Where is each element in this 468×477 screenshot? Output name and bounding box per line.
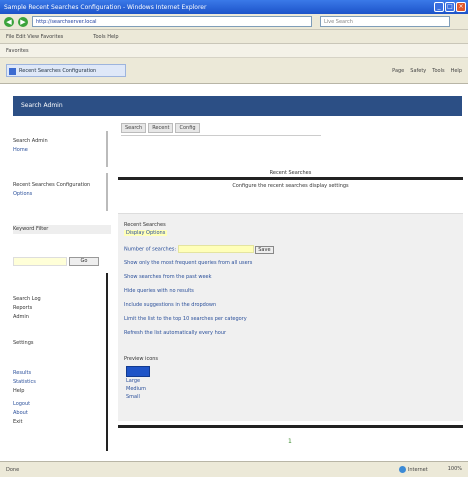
left-sidebar: Search Admin Home Recent Searches Config… bbox=[13, 123, 113, 453]
status-bar: Done Internet 100% bbox=[0, 461, 468, 477]
section-rule bbox=[118, 177, 463, 180]
searches-count-input[interactable] bbox=[177, 245, 254, 253]
option-line[interactable]: Include suggestions in the dropdown bbox=[124, 302, 216, 308]
section-subtitle: Configure the recent searches display se… bbox=[232, 183, 349, 189]
form-title: Recent Searches bbox=[124, 222, 166, 228]
sidebar-item[interactable]: Reports bbox=[13, 304, 111, 313]
save-button[interactable]: Save bbox=[255, 245, 274, 254]
safety-menu[interactable]: Safety bbox=[410, 68, 426, 74]
searches-count-label: Number of searches: bbox=[124, 246, 177, 253]
form-subtitle: Display Options bbox=[124, 230, 168, 236]
command-bar: Page Safety Tools Help bbox=[392, 68, 462, 74]
sidebar-item[interactable]: Exit bbox=[13, 418, 111, 427]
sidebar-link[interactable]: About bbox=[13, 409, 111, 418]
sidebar-block-2: Recent Searches Configuration Options bbox=[13, 181, 111, 199]
sidebar-block-3: Search Log Reports Admin bbox=[13, 295, 111, 322]
menu-bar: File Edit View Favorites Tools Help bbox=[0, 30, 468, 44]
sidebar-link-home[interactable]: Home bbox=[13, 146, 111, 155]
option-line[interactable]: Refresh the list automatically every hou… bbox=[124, 330, 226, 336]
main-content: Search Recent Config Recent Searches Con… bbox=[118, 123, 463, 453]
page-number[interactable]: 1 bbox=[288, 438, 292, 445]
security-zone: Internet bbox=[398, 466, 428, 473]
window-titlebar: Sample Recent Searches Configuration - W… bbox=[0, 0, 468, 14]
searches-count-row: Number of searches: Save bbox=[124, 245, 274, 254]
zoom-level[interactable]: 100% bbox=[448, 466, 462, 473]
page-viewport: Search Admin Search Admin Home Recent Se… bbox=[0, 85, 468, 461]
menu-group-right[interactable]: Tools Help bbox=[93, 34, 118, 40]
breadcrumb-divider bbox=[121, 135, 321, 136]
section-title: Recent Searches bbox=[269, 170, 312, 176]
address-bar: ◀ ▶ http://searchserver.local Live Searc… bbox=[0, 14, 468, 30]
tab-label: Recent Searches Configuration bbox=[19, 68, 97, 74]
footer-rule bbox=[118, 425, 463, 428]
preview-thumbnail-large[interactable] bbox=[126, 366, 150, 377]
option-line[interactable]: Limit the list to the top 10 searches pe… bbox=[124, 316, 247, 322]
settings-form: Recent Searches Display Options Number o… bbox=[118, 213, 463, 421]
sidebar-block-1: Search Admin Home bbox=[13, 137, 111, 155]
option-line[interactable]: Show only the most frequent queries from… bbox=[124, 260, 252, 266]
globe-icon bbox=[398, 466, 406, 473]
sidebar-item[interactable]: Admin bbox=[13, 313, 111, 322]
sidebar-heading: Search Admin bbox=[13, 138, 48, 144]
favorites-bar: Favorites bbox=[0, 44, 468, 58]
close-button[interactable]: × bbox=[456, 2, 466, 12]
page-favicon-icon bbox=[9, 68, 16, 75]
sidebar-item[interactable]: Settings bbox=[13, 339, 111, 348]
sidebar-filter-input[interactable] bbox=[13, 257, 67, 266]
breadcrumb: Search Recent Config bbox=[121, 123, 200, 133]
favorites-button[interactable]: Favorites bbox=[6, 48, 29, 54]
minimize-button[interactable]: _ bbox=[434, 2, 444, 12]
thumbnail-caption: Large bbox=[126, 378, 141, 384]
option-line[interactable]: Hide queries with no results bbox=[124, 288, 194, 294]
search-input[interactable]: Live Search bbox=[320, 16, 450, 27]
status-text: Done bbox=[6, 466, 20, 473]
url-input[interactable]: http://searchserver.local bbox=[32, 16, 312, 27]
breadcrumb-item[interactable]: Config bbox=[175, 123, 200, 133]
breadcrumb-item[interactable]: Search bbox=[121, 123, 147, 133]
preview-label: Preview icons bbox=[124, 356, 159, 362]
sidebar-link[interactable]: Logout bbox=[13, 400, 111, 409]
page-header: Search Admin bbox=[13, 96, 462, 116]
thumbnail-caption: Medium bbox=[126, 386, 146, 392]
back-button[interactable]: ◀ bbox=[4, 16, 14, 27]
sidebar-go-button[interactable]: Go bbox=[69, 257, 99, 266]
breadcrumb-item[interactable]: Recent bbox=[148, 123, 174, 133]
maximize-button[interactable]: □ bbox=[445, 2, 455, 12]
sidebar-link[interactable]: Results bbox=[13, 369, 111, 378]
window-title: Sample Recent Searches Configuration - W… bbox=[4, 3, 207, 11]
sidebar-item[interactable]: Help bbox=[13, 387, 111, 396]
tools-menu[interactable]: Tools bbox=[432, 68, 444, 74]
help-menu[interactable]: Help bbox=[451, 68, 462, 74]
tab-bar: Recent Searches Configuration Page Safet… bbox=[0, 58, 468, 84]
sidebar-link-options[interactable]: Options bbox=[13, 190, 111, 199]
page-menu[interactable]: Page bbox=[392, 68, 404, 74]
sidebar-heading: Recent Searches Configuration bbox=[13, 182, 91, 188]
thumbnail-caption: Small bbox=[126, 394, 140, 400]
forward-button[interactable]: ▶ bbox=[18, 16, 28, 27]
sidebar-block-4: Settings bbox=[13, 339, 111, 348]
sidebar-filter-label: Keyword Filter bbox=[13, 225, 111, 234]
menu-group-left[interactable]: File Edit View Favorites bbox=[6, 34, 63, 40]
sidebar-link[interactable]: Statistics bbox=[13, 378, 111, 387]
sidebar-item[interactable]: Search Log bbox=[13, 295, 111, 304]
sidebar-filter: Keyword Filter bbox=[13, 225, 111, 234]
tab-current[interactable]: Recent Searches Configuration bbox=[6, 64, 126, 77]
sidebar-block-5: Results Statistics Help Logout About Exi… bbox=[13, 369, 111, 427]
option-line[interactable]: Show searches from the past week bbox=[124, 274, 212, 280]
